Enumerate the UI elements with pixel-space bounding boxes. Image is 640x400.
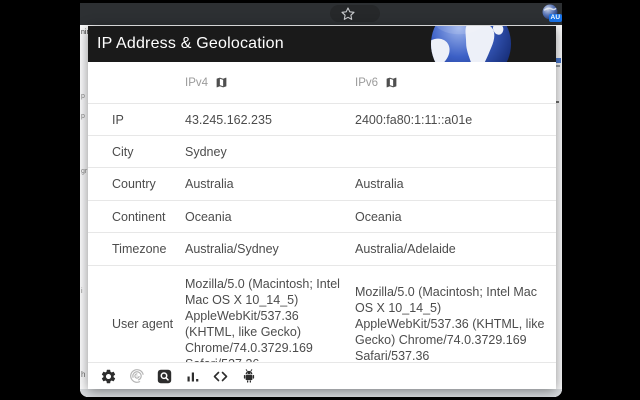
table-row-city: City Sydney: [88, 135, 556, 167]
ipv6-value: Oceania: [355, 210, 556, 224]
page-text-fragment: p: [81, 93, 85, 100]
row-label: City: [112, 145, 185, 159]
browser-toolbar: AU: [80, 3, 562, 25]
ipv4-value: Australia/Sydney: [185, 242, 355, 256]
row-label: Continent: [112, 210, 185, 224]
browser-window-bottom-edge: [80, 389, 562, 397]
bar-chart-icon: [186, 369, 200, 383]
fingerprint-icon: [129, 368, 145, 384]
settings-button[interactable]: [100, 368, 117, 385]
ipv6-value: 2400:fa80:1:11::a01e: [355, 113, 556, 127]
browser-window: AU nin p p gr i h IP Address & Geolocati…: [80, 3, 562, 397]
table-row-timezone: Timezone Australia/Sydney Australia/Adel…: [88, 232, 556, 265]
ipv4-value: Australia: [185, 177, 355, 191]
map-icon[interactable]: [385, 76, 398, 89]
table-row-country: Country Australia Australia: [88, 167, 556, 200]
ipv6-value: Australia: [355, 177, 556, 191]
row-label: User agent: [112, 307, 185, 342]
table-header-row: IPv4 IPv6: [88, 62, 556, 103]
map-icon[interactable]: [215, 76, 228, 89]
ipv6-value: Australia/Adelaide: [355, 242, 556, 256]
table-row-ip: IP 43.245.162.235 2400:fa80:1:11::a01e: [88, 103, 556, 135]
extension-popup: IP Address & Geolocation: [88, 26, 556, 389]
page-text-fragment: h: [81, 371, 85, 378]
ipv4-value: Oceania: [185, 210, 355, 224]
row-label: IP: [112, 113, 185, 127]
extension-badge: AU: [549, 14, 562, 22]
popup-title: IP Address & Geolocation: [97, 26, 284, 62]
gear-icon: [100, 368, 117, 385]
row-label: Country: [112, 177, 185, 191]
globe-earth-image: [430, 26, 512, 62]
ipv4-value: Sydney: [185, 145, 355, 159]
column-header-ipv4: IPv4: [185, 77, 208, 89]
desktop-background: AU nin p p gr i h IP Address & Geolocati…: [0, 0, 640, 400]
geo-table: IPv4 IPv6 IP 43.245.162.235: [88, 62, 556, 382]
fingerprint-button[interactable]: [128, 368, 145, 385]
row-label: Timezone: [112, 242, 185, 256]
popup-footer: [88, 362, 556, 389]
lookup-button[interactable]: [156, 368, 173, 385]
ipv4-value: 43.245.162.235: [185, 113, 355, 127]
page-text-fragment: gr: [81, 168, 87, 175]
page-text-fragment: p: [81, 113, 85, 120]
android-button[interactable]: [240, 368, 257, 385]
page-text-fragment: i: [81, 288, 83, 295]
bookmark-star-icon[interactable]: [340, 6, 356, 22]
android-robot-icon: [241, 368, 257, 384]
ipv6-value: Mozilla/5.0 (Macintosh; Intel Mac OS X 1…: [355, 274, 556, 374]
extension-icon-button[interactable]: AU: [542, 4, 562, 25]
search-document-icon: [157, 369, 172, 384]
popup-header: IP Address & Geolocation: [88, 26, 556, 62]
table-row-continent: Continent Oceania Oceania: [88, 200, 556, 232]
code-brackets-icon: [213, 369, 228, 384]
statistics-button[interactable]: [184, 368, 201, 385]
column-header-ipv6: IPv6: [355, 77, 378, 89]
code-button[interactable]: [212, 368, 229, 385]
